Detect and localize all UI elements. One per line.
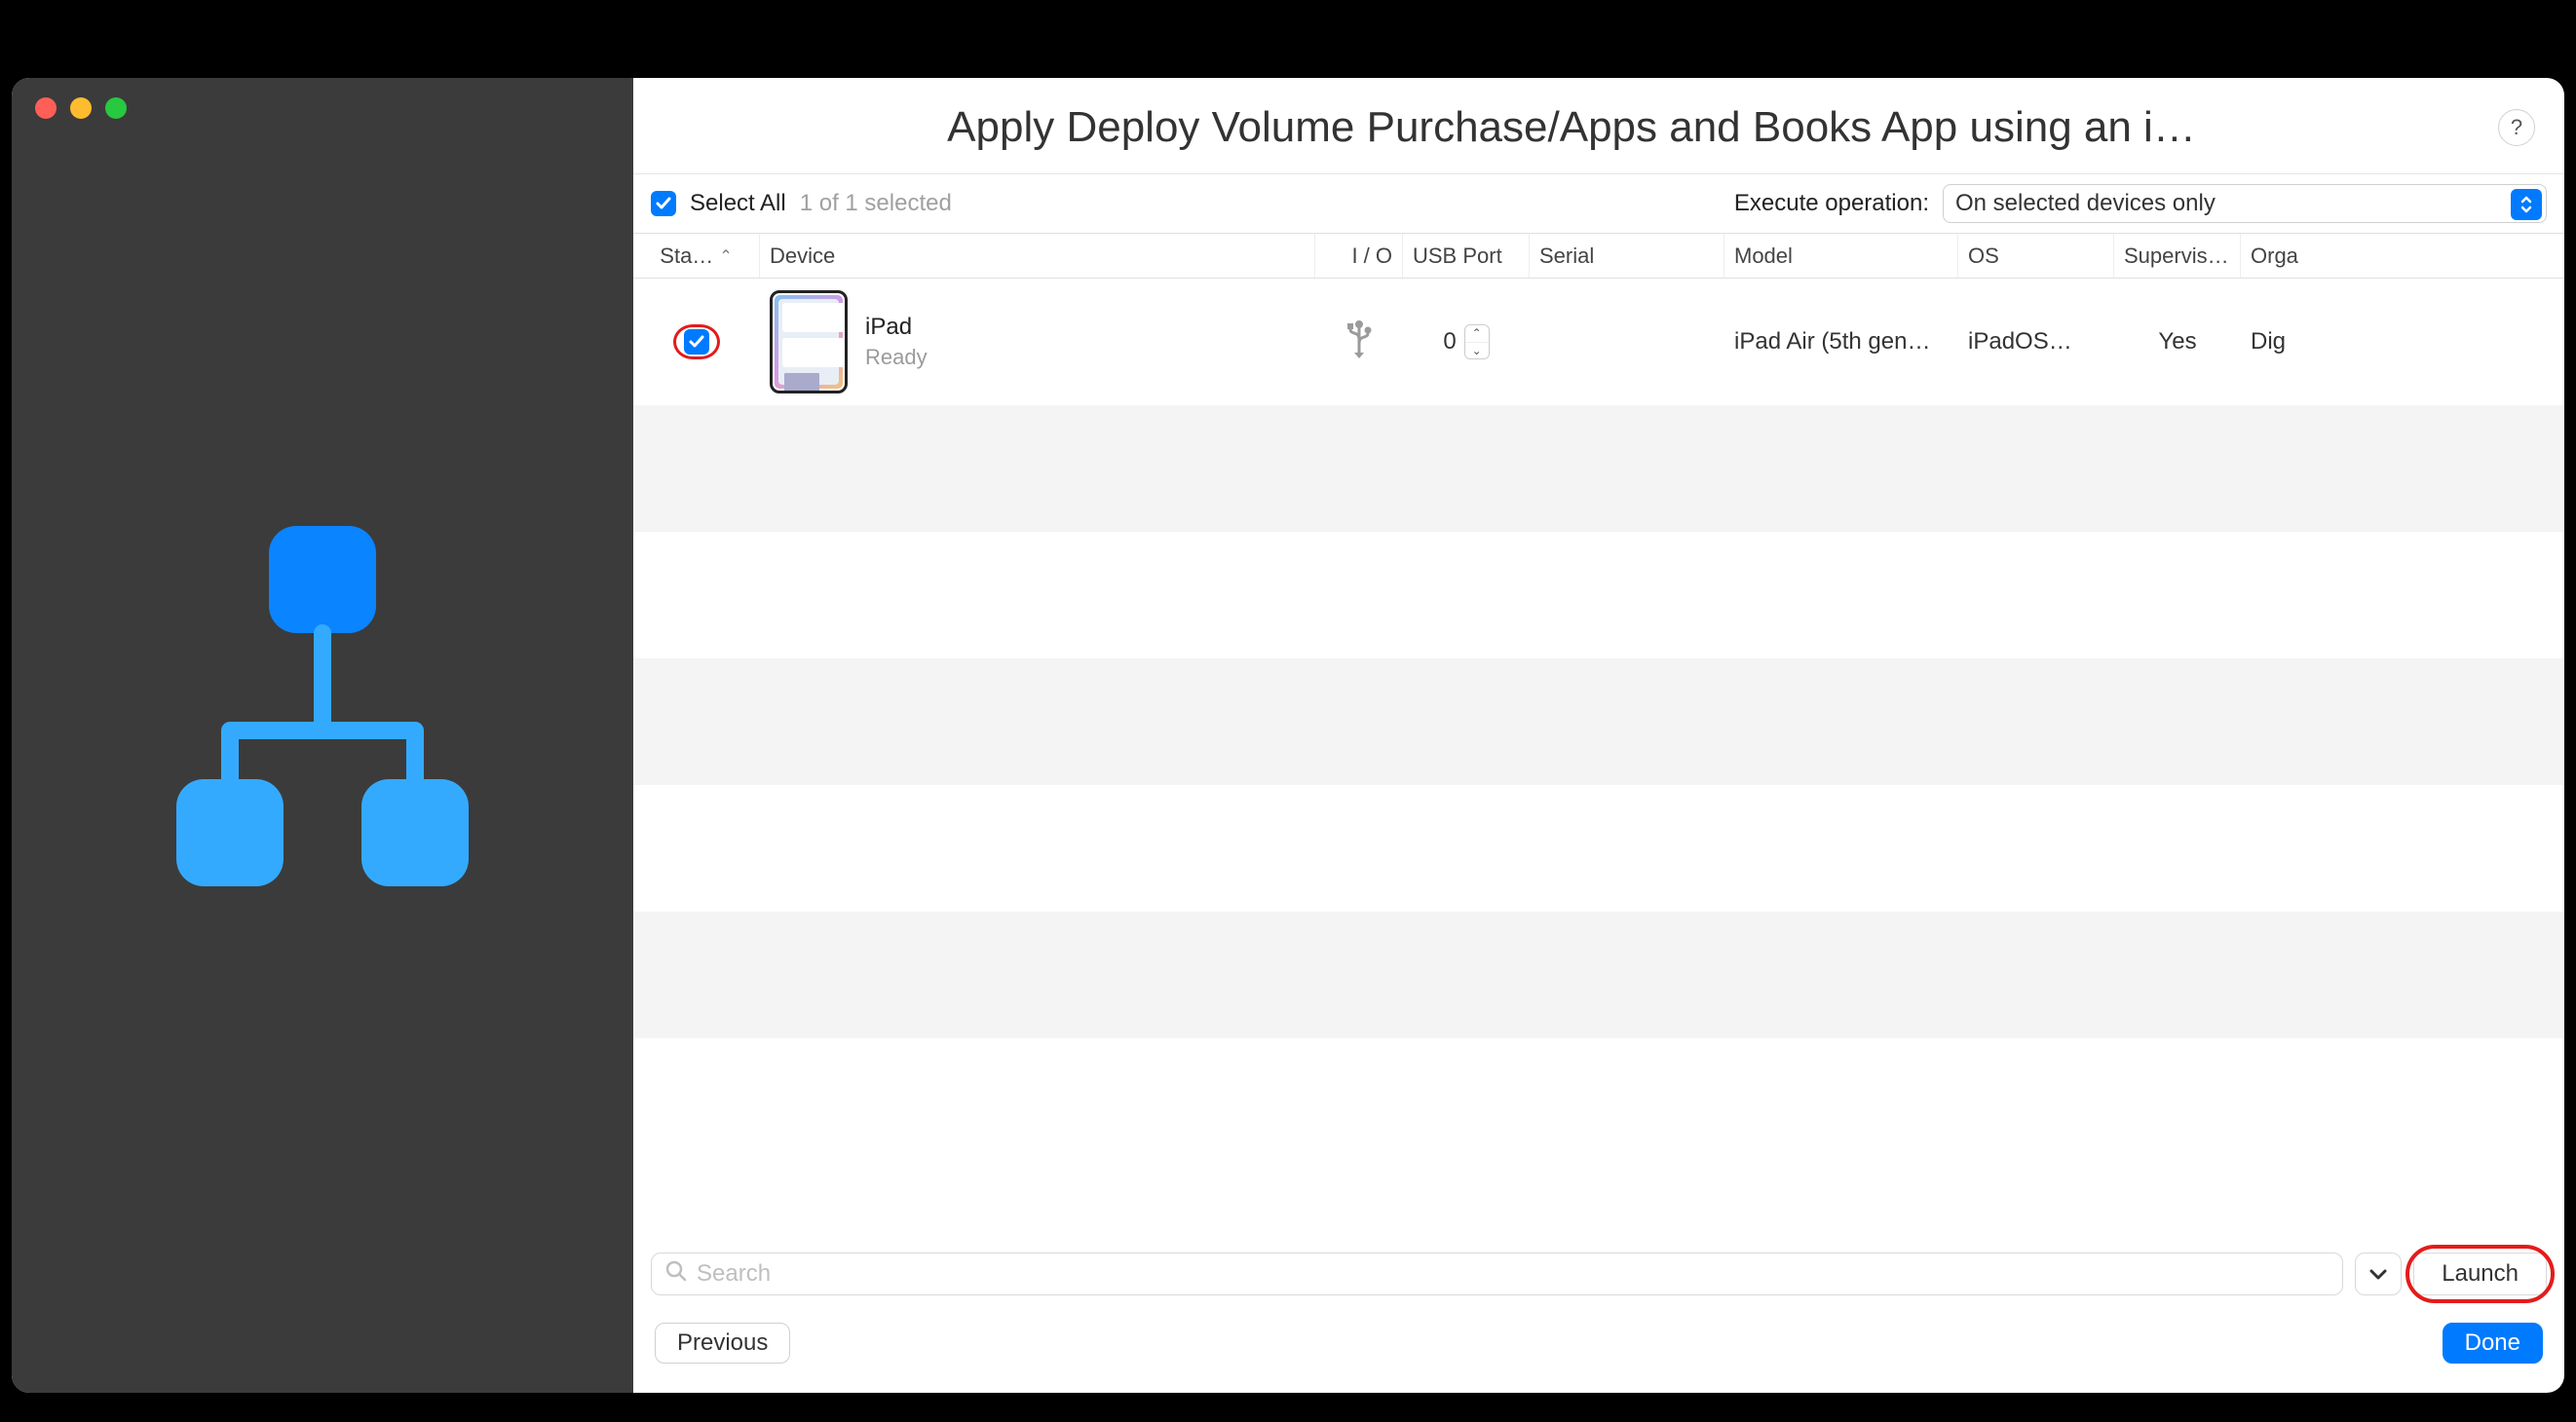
minimize-window-button[interactable]: [70, 97, 92, 119]
stepper-down-icon: ⌄: [1465, 343, 1489, 359]
select-all-label[interactable]: Select All: [690, 190, 786, 217]
previous-button[interactable]: Previous: [655, 1323, 790, 1364]
device-status: Ready: [865, 345, 928, 370]
col-serial[interactable]: Serial: [1530, 234, 1724, 278]
col-device[interactable]: Device: [760, 234, 1315, 278]
org-value: Dig: [2241, 328, 2309, 356]
os-value: iPadOS…: [1958, 328, 2114, 356]
table-header: Sta… ⌃ Device I / O USB Port Serial Mode…: [633, 234, 2564, 279]
done-button[interactable]: Done: [2443, 1323, 2543, 1364]
annotation-ring: [673, 324, 720, 359]
table-row: [633, 405, 2564, 532]
footer: Previous Done: [633, 1295, 2564, 1393]
col-org[interactable]: Orga: [2241, 234, 2309, 278]
select-all-checkbox[interactable]: [651, 191, 676, 216]
table-body: iPad Ready: [633, 279, 2564, 1237]
page-title: Apply Deploy Volume Purchase/Apps and Bo…: [663, 103, 2481, 152]
launch-button[interactable]: Launch: [2413, 1253, 2547, 1295]
supervised-value: Yes: [2114, 328, 2241, 356]
app-window: Apply Deploy Volume Purchase/Apps and Bo…: [12, 78, 2564, 1393]
search-icon: [665, 1260, 687, 1289]
table-row: [633, 912, 2564, 1038]
table-row: [633, 532, 2564, 658]
help-button[interactable]: ?: [2498, 109, 2535, 146]
search-bar: Launch: [633, 1237, 2564, 1295]
col-model[interactable]: Model: [1724, 234, 1958, 278]
blueprint-icon: [118, 497, 527, 906]
chevron-down-icon: [2368, 1261, 2388, 1287]
col-supervised[interactable]: Supervis…: [2114, 234, 2241, 278]
search-input[interactable]: [697, 1260, 2329, 1288]
stepper-up-icon: ⌃: [1465, 325, 1489, 343]
col-status[interactable]: Sta… ⌃: [633, 234, 760, 278]
usb-port-value: 0: [1443, 328, 1456, 356]
selected-count: 1 of 1 selected: [800, 190, 952, 217]
fullscreen-window-button[interactable]: [105, 97, 127, 119]
table-row: [633, 785, 2564, 912]
close-window-button[interactable]: [35, 97, 57, 119]
sort-asc-icon: ⌃: [719, 246, 732, 266]
col-io[interactable]: I / O: [1315, 234, 1403, 278]
table-row[interactable]: iPad Ready: [633, 279, 2564, 405]
model-value: iPad Air (5th gen…: [1724, 328, 1958, 356]
device-table: Sta… ⌃ Device I / O USB Port Serial Mode…: [633, 233, 2564, 1237]
device-name: iPad: [865, 314, 928, 341]
toolbar: Select All 1 of 1 selected Execute opera…: [633, 174, 2564, 233]
row-checkbox[interactable]: [684, 329, 709, 355]
search-options-button[interactable]: [2355, 1253, 2402, 1295]
table-row: [633, 658, 2564, 785]
window-controls: [35, 97, 127, 119]
main-pane: Apply Deploy Volume Purchase/Apps and Bo…: [633, 78, 2564, 1393]
header: Apply Deploy Volume Purchase/Apps and Bo…: [633, 78, 2564, 173]
device-thumbnail-icon: [770, 290, 848, 393]
usb-icon: [1346, 319, 1372, 365]
col-usb[interactable]: USB Port: [1403, 234, 1530, 278]
dropdown-icon: [2511, 189, 2542, 220]
sidebar: [12, 78, 633, 1393]
search-field-wrap[interactable]: [651, 1253, 2343, 1295]
usb-port-stepper[interactable]: ⌃ ⌄: [1464, 324, 1490, 359]
col-os[interactable]: OS: [1958, 234, 2114, 278]
execute-operation-label: Execute operation:: [1734, 190, 1929, 217]
execute-operation-value: On selected devices only: [1955, 190, 2216, 217]
execute-operation-select[interactable]: On selected devices only: [1943, 184, 2547, 223]
